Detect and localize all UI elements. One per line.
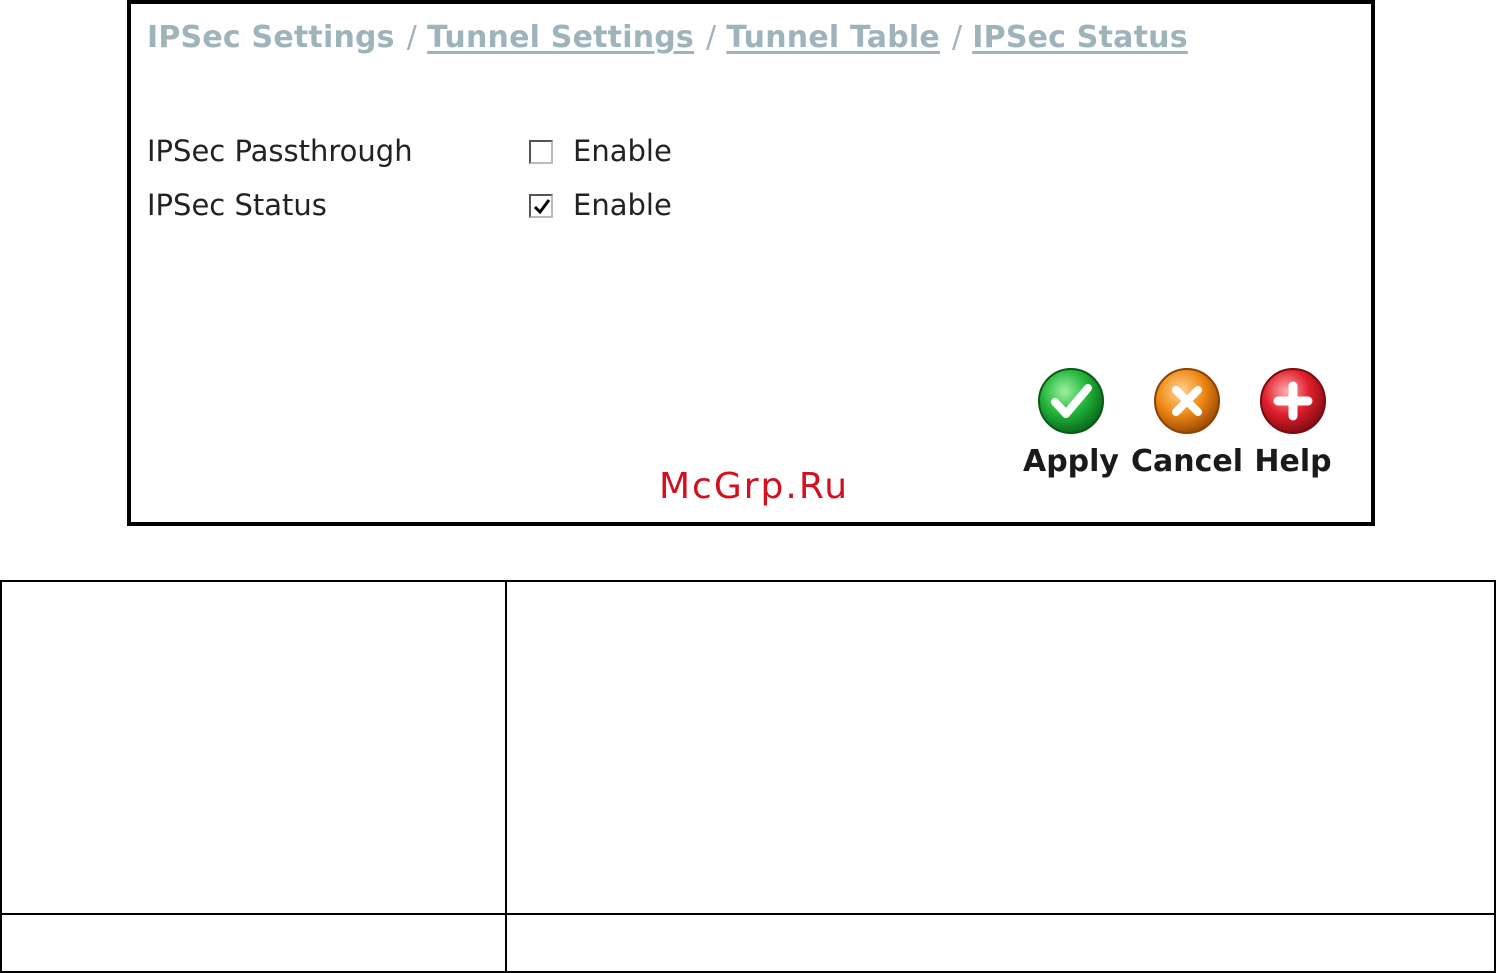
breadcrumb-tunnel-settings-link[interactable]: Tunnel Settings bbox=[427, 20, 694, 55]
checkmark-icon bbox=[533, 199, 551, 215]
ipsec-status-enable-label: Enable bbox=[573, 188, 672, 222]
ipsec-passthrough-label: IPSec Passthrough bbox=[147, 134, 413, 168]
ipsec-status-checkbox[interactable] bbox=[529, 194, 553, 218]
breadcrumb: IPSec Settings / Tunnel Settings / Tunnel Ta… bbox=[147, 20, 1188, 55]
breadcrumb-ipsec-status-link[interactable]: IPSec Status bbox=[972, 20, 1187, 55]
breadcrumb-separator: / bbox=[705, 20, 717, 55]
table-row bbox=[0, 580, 1496, 915]
table-cell bbox=[505, 913, 1496, 973]
apply-label: Apply bbox=[1022, 444, 1119, 479]
table-cell bbox=[505, 580, 1496, 915]
ipsec-passthrough-checkbox[interactable] bbox=[529, 140, 553, 164]
ipsec-passthrough-enable-label: Enable bbox=[573, 134, 672, 168]
help-label: Help bbox=[1254, 444, 1332, 479]
ipsec-settings-panel: IPSec Settings / Tunnel Settings / Tunnel Ta… bbox=[127, 0, 1375, 526]
table-cell bbox=[0, 580, 507, 915]
breadcrumb-tunnel-table-link[interactable]: Tunnel Table bbox=[726, 20, 940, 55]
x-circle-icon bbox=[1154, 368, 1220, 434]
breadcrumb-ipsec-settings: IPSec Settings bbox=[147, 20, 395, 55]
watermark-text: McGrp.Ru bbox=[659, 466, 850, 507]
help-button[interactable]: Help bbox=[1251, 366, 1335, 479]
description-table bbox=[0, 580, 1496, 973]
cancel-button[interactable]: Cancel bbox=[1131, 366, 1243, 479]
plus-circle-icon bbox=[1260, 368, 1326, 434]
table-row bbox=[0, 913, 1496, 973]
breadcrumb-separator: / bbox=[406, 20, 418, 55]
cancel-label: Cancel bbox=[1131, 444, 1244, 479]
apply-button[interactable]: Apply bbox=[1017, 366, 1125, 479]
table-cell bbox=[0, 913, 507, 973]
breadcrumb-separator: / bbox=[951, 20, 963, 55]
ipsec-status-label: IPSec Status bbox=[147, 188, 327, 222]
checkmark-circle-icon bbox=[1038, 368, 1104, 434]
